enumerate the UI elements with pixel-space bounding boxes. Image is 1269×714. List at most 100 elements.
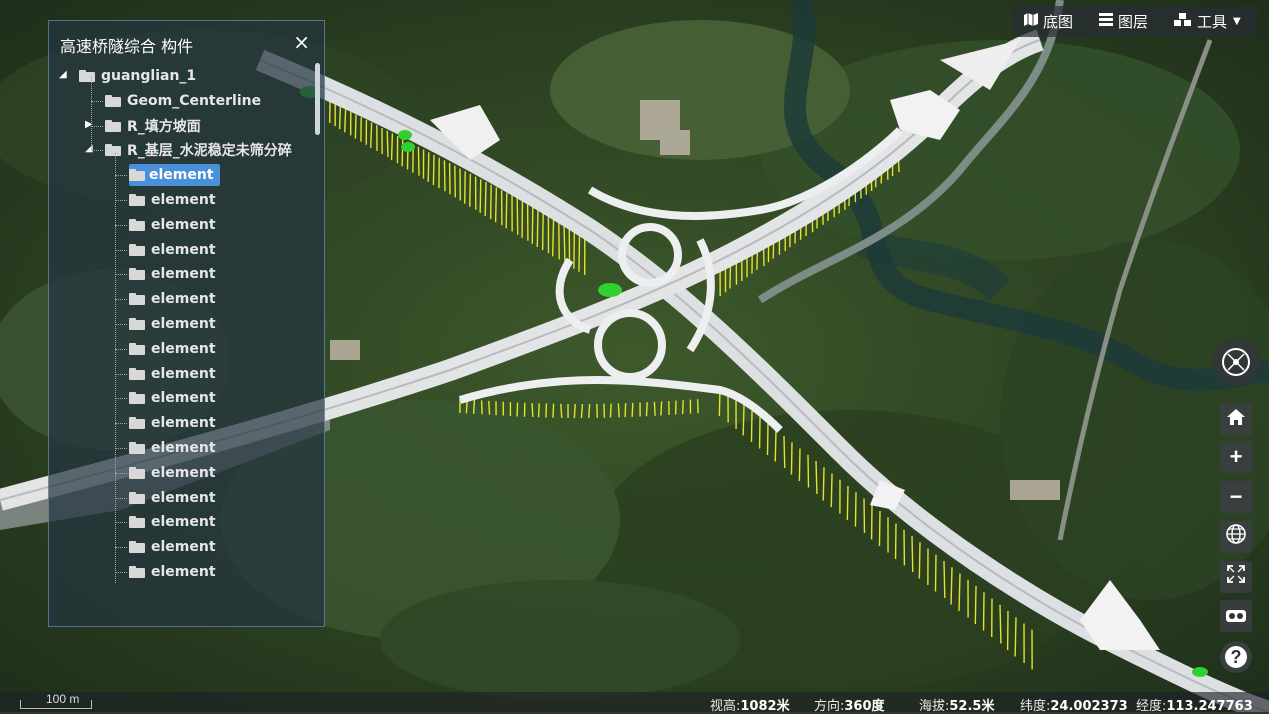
bridge-pier [371, 123, 372, 148]
tree-connector [91, 150, 103, 151]
tree-node[interactable]: guanglian_1 [79, 65, 196, 87]
tree-node[interactable]: element [129, 536, 216, 558]
bridge-pier [1015, 617, 1016, 656]
vr-button[interactable] [1220, 600, 1252, 632]
tree-node[interactable]: element [129, 239, 216, 261]
tree-node[interactable]: element [129, 511, 216, 533]
tree-connector [115, 522, 127, 523]
zoom-in-button[interactable]: + [1220, 441, 1252, 473]
bridge-pier [581, 404, 582, 418]
folder-icon [129, 318, 145, 330]
tree-node[interactable]: element [129, 462, 216, 484]
bridge-pier [935, 555, 936, 592]
tree-node[interactable]: element [129, 387, 216, 409]
bridge-pier [959, 574, 960, 612]
tree-node[interactable]: element [129, 164, 220, 186]
bridge-pier [537, 209, 538, 247]
tree-connector [115, 498, 127, 499]
folder-icon [105, 144, 121, 156]
tree-node[interactable]: element [129, 487, 216, 509]
tree-node-label: element [151, 242, 216, 258]
folder-icon [129, 244, 145, 256]
tree-connector [91, 101, 103, 102]
tree-connector [115, 398, 127, 399]
tree-node[interactable]: element [129, 263, 216, 285]
folder-icon [129, 467, 145, 479]
close-icon[interactable]: × [293, 30, 310, 54]
bridge-pier [579, 231, 580, 272]
tree-node-label: element [151, 341, 216, 357]
folder-icon [129, 541, 145, 553]
bridge-pier [387, 131, 388, 157]
tree-node[interactable]: element [129, 288, 216, 310]
tree-node[interactable]: element [129, 363, 216, 385]
compass-control[interactable] [1212, 338, 1260, 386]
bridge-pier [553, 217, 554, 256]
folder-icon [105, 95, 121, 107]
tree-node[interactable]: element [129, 189, 216, 211]
bridge-pier [951, 567, 952, 604]
zoom-out-button[interactable]: − [1220, 481, 1252, 513]
bridge-pier [912, 536, 913, 572]
bridge-pier [532, 403, 533, 417]
tree-node[interactable]: element [129, 561, 216, 583]
tree-connector [115, 274, 127, 275]
bridge-pier [433, 155, 434, 185]
bridge-pier [517, 198, 518, 234]
tree-node-label: element [151, 366, 216, 382]
caret-down-icon[interactable]: ◢ [59, 69, 67, 80]
help-button[interactable]: ? [1220, 641, 1252, 673]
bridge-pier [491, 185, 492, 219]
layers-button[interactable]: 图层 [1099, 11, 1148, 32]
bridge-pier [855, 492, 856, 526]
tree-node[interactable]: element [129, 313, 216, 335]
bridge-pier [539, 403, 540, 417]
tree-node[interactable]: element [129, 412, 216, 434]
tools-button[interactable]: 工具 ▼ [1174, 11, 1241, 32]
folder-icon [79, 70, 95, 82]
bridge-pier [444, 160, 445, 191]
view-height: 视高:1082米 [710, 695, 790, 714]
bridge-pier [564, 223, 565, 263]
tree-node-label: element [151, 316, 216, 332]
tree-node[interactable]: R_基层_水泥稳定未筛分碎 [105, 139, 292, 161]
vr-headset-icon [1225, 603, 1247, 629]
tree-node-label: element [145, 166, 218, 184]
folder-icon [129, 516, 145, 528]
tree-node[interactable]: R_填方坡面 [105, 115, 201, 137]
tree-node-label: R_基层_水泥稳定未筛分碎 [127, 140, 292, 160]
bridge-pier [775, 430, 776, 462]
folder-icon [105, 120, 121, 132]
bridge-pier [847, 486, 848, 520]
tree-node[interactable]: element [129, 437, 216, 459]
tree-node-label: element [151, 440, 216, 456]
layers-icon [1099, 13, 1113, 30]
tree-node[interactable]: element [129, 338, 216, 360]
bridge-pier [392, 133, 393, 160]
tree-connector [115, 448, 127, 449]
globe-button[interactable] [1220, 521, 1252, 553]
fullscreen-button[interactable] [1220, 561, 1252, 593]
folder-icon [129, 169, 145, 181]
altitude: 海拔:52.5米 [919, 695, 994, 714]
basemap-button[interactable]: 底图 [1024, 11, 1073, 32]
tree-connector [115, 374, 127, 375]
tree-connector [115, 572, 127, 573]
tree-node[interactable]: element [129, 214, 216, 236]
scale-label: 100 m [46, 692, 79, 706]
panel-scrollbar[interactable] [315, 63, 320, 135]
bridge-pier [683, 400, 684, 414]
bridge-pier [470, 174, 471, 207]
tools-label: 工具 [1197, 11, 1227, 32]
bridge-pier [661, 401, 662, 415]
tree-node[interactable]: Geom_Centerline [105, 90, 261, 112]
home-button[interactable] [1220, 403, 1252, 435]
bridge-pier [823, 467, 824, 500]
tree-node-label: element [151, 266, 216, 282]
tree-node-label: element [151, 415, 216, 431]
tree-node-label: element [151, 564, 216, 580]
bridge-pier [975, 586, 976, 624]
tree-connector [115, 250, 127, 251]
folder-icon [129, 492, 145, 504]
compass-icon [1222, 348, 1250, 376]
